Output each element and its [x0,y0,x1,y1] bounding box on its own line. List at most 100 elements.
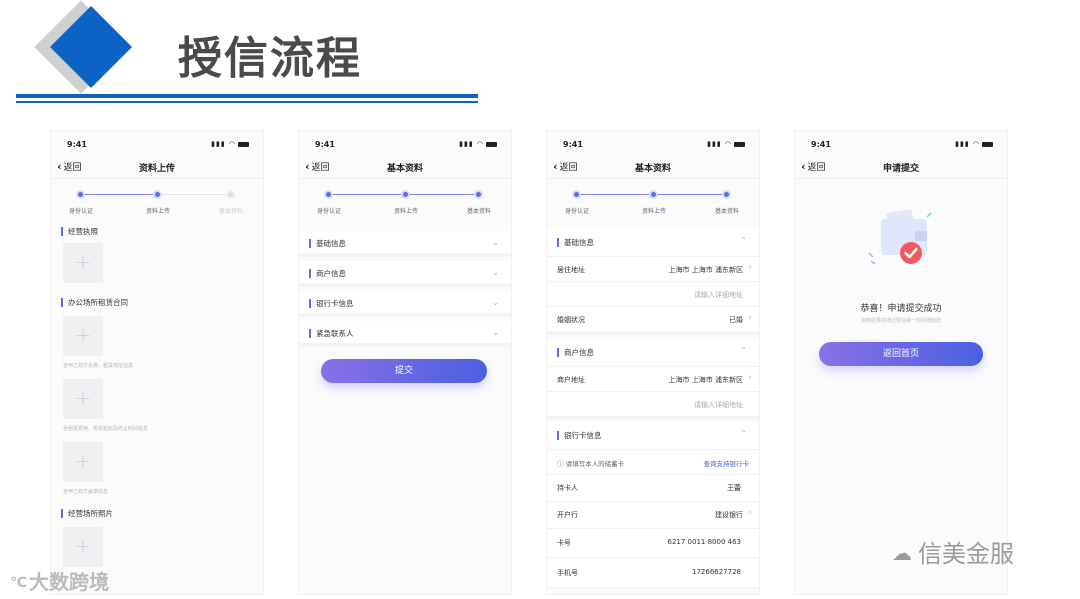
nav-title: 基本资料 [386,164,423,174]
step-line [158,194,230,195]
field-value: 上海市 上海市 浦东新区 [668,266,743,274]
step-label: 基本资料 [218,208,243,215]
back-home-button[interactable]: 返回首页 [819,342,983,366]
nav-bar: ‹ 返回 基本资料 [299,157,511,179]
section-title: 经营执照 [61,227,98,236]
chevron-right-icon: › [748,313,752,323]
accordion-title: 商户信息 [309,269,346,278]
status-time: 9:41 [67,140,87,149]
phone-screen-basic-collapsed: 9:41 ▮▮▮ ◠ ‹ 返回 基本资料 身份认证 资料上传 基本资料 基础信息 … [298,130,512,595]
step-dot-done [76,190,85,199]
title-underline-thin [16,101,478,103]
phone-screen-basic-expanded: 9:41 ▮▮▮ ◠ ‹ 返回 基本资料 身份认证 资料上传 基本资料 基础信息 … [546,130,760,595]
section-title: 基础信息 [557,238,594,247]
plus-icon: + [74,534,92,558]
chevron-up-icon: ⌃ [740,236,747,245]
chevron-right-icon: › [748,508,752,518]
signal-wifi-battery-icon: ▮▮▮ ◠ [459,140,497,148]
step-dot-done [649,190,658,199]
plus-icon: + [74,386,92,410]
card-number-row[interactable]: 卡号 6217 0011 8000 463 [547,529,759,558]
chevron-down-icon: ⌄ [492,298,499,307]
phone-screen-submitted: 9:41 ▮▮▮ ◠ ‹ 返回 申请提交 恭喜！申请提交成功 审核结果将通过短信第… [794,130,1008,595]
merchant-detail-row[interactable]: 请输入详细地址 [547,392,759,420]
plus-icon: + [74,449,92,473]
supported-banks-link[interactable]: 查询支持银行卡 [704,458,750,468]
chevron-right-icon: › [748,373,752,383]
submit-button[interactable]: 提交 [321,359,487,383]
chevron-right-icon: › [748,263,752,273]
plus-icon: + [74,250,92,274]
status-bar: 9:41 ▮▮▮ ◠ [795,131,1007,157]
nav-title: 申请提交 [882,164,919,174]
field-value: 建设银行 [715,511,743,519]
upload-box[interactable]: + [63,316,103,356]
detail-address-placeholder[interactable]: 请输入详细地址 [694,400,743,410]
step-dot-current [474,190,483,199]
step-dot-current [722,190,731,199]
section-bank-header[interactable]: 银行卡信息 ⌃ [547,422,759,450]
card-holder-row[interactable]: 持卡人 王蕾 [547,475,759,502]
merchant-address-row[interactable]: 商户地址 上海市 上海市 浦东新区 › [547,367,759,392]
upload-hint: 含甲乙双方盖章信息 [63,489,109,495]
step-label: 资料上传 [393,208,418,215]
accordion-basic-info[interactable]: 基础信息 ⌄ [299,231,511,257]
section-title: 经营场所照片 [61,509,113,518]
marital-status-row[interactable]: 婚姻状况 已婚 › [547,307,759,335]
chevron-down-icon: ⌄ [492,268,499,277]
section-title: 银行卡信息 [557,431,602,440]
accordion-merchant-info[interactable]: 商户信息 ⌄ [299,261,511,287]
phone-number-row[interactable]: 手机号 17266627728 [547,558,759,588]
step-label: 资料上传 [641,208,666,215]
field-value: 已婚 [729,316,743,324]
wechat-icon: ☁ [892,541,912,565]
upload-box[interactable]: + [63,442,103,482]
section-title: 商户信息 [557,348,594,357]
phone-screen-upload: 9:41 ▮▮▮ ◠ ‹ 返回 资料上传 身份认证 资料上传 基本资料 经营执照 … [50,130,264,595]
field-value: 上海市 上海市 浦东新区 [668,376,743,384]
info-icon: ⓘ [557,460,564,468]
section-merchant-header[interactable]: 商户信息 ⌃ [547,339,759,367]
chevron-down-icon: ⌄ [492,328,499,337]
field-label: 商户地址 [557,376,585,384]
accordion-title: 紧急联系人 [309,329,354,338]
step-label: 身份认证 [68,208,93,215]
step-dot-done [401,190,410,199]
step-label: 基本资料 [466,208,491,215]
step-dot-done [324,190,333,199]
title-underline-thick [16,94,478,98]
detail-address-placeholder[interactable]: 请输入详细地址 [694,290,743,300]
field-value: 王蕾 [727,484,741,492]
status-time: 9:41 [563,140,583,149]
field-value: 6217 0011 8000 463 [667,538,741,546]
chevron-up-icon: ⌃ [740,346,747,355]
step-label: 基本资料 [714,208,739,215]
section-basic-header[interactable]: 基础信息 ⌃ [547,229,759,257]
upload-hint: 含甲乙双方名称、租赁地址信息 [63,363,134,369]
bank-notice-row: ⓘ 请填写本人的储蓄卡 查询支持银行卡 [547,450,759,475]
upload-box[interactable]: + [63,243,103,283]
bank-name-row[interactable]: 开户行 建设银行 › [547,502,759,529]
nav-title: 资料上传 [138,164,175,174]
field-label: 开户行 [557,511,578,519]
info-notice: ⓘ 请填写本人的储蓄卡 [557,458,624,468]
accordion-title: 基础信息 [309,239,346,248]
upload-box[interactable]: + [63,527,103,567]
watermark-right: ☁ 信美金服 [892,534,1014,569]
upload-hint: 含租赁费用、租赁起始及终止时间信息 [63,426,149,432]
step-dot-done [572,190,581,199]
residence-detail-row[interactable]: 请输入详细地址 [547,282,759,307]
status-bar: 9:41 ▮▮▮ ◠ [51,131,263,157]
nav-title: 基本资料 [634,164,671,174]
status-time: 9:41 [315,140,335,149]
field-label: 婚姻状况 [557,316,585,324]
accordion-emergency-contact[interactable]: 紧急联系人 ⌄ [299,321,511,347]
accordion-bank-card-info[interactable]: 银行卡信息 ⌄ [299,291,511,317]
watermark-left: ℃ 大数跨境 [10,566,109,595]
slide-header: 授信流程 [0,0,1080,110]
signal-wifi-battery-icon: ▮▮▮ ◠ [707,140,745,148]
upload-box[interactable]: + [63,379,103,419]
field-label: 持卡人 [557,484,578,492]
residence-address-row[interactable]: 居住地址 上海市 上海市 浦东新区 › [547,257,759,282]
step-dot-pending [226,190,235,199]
